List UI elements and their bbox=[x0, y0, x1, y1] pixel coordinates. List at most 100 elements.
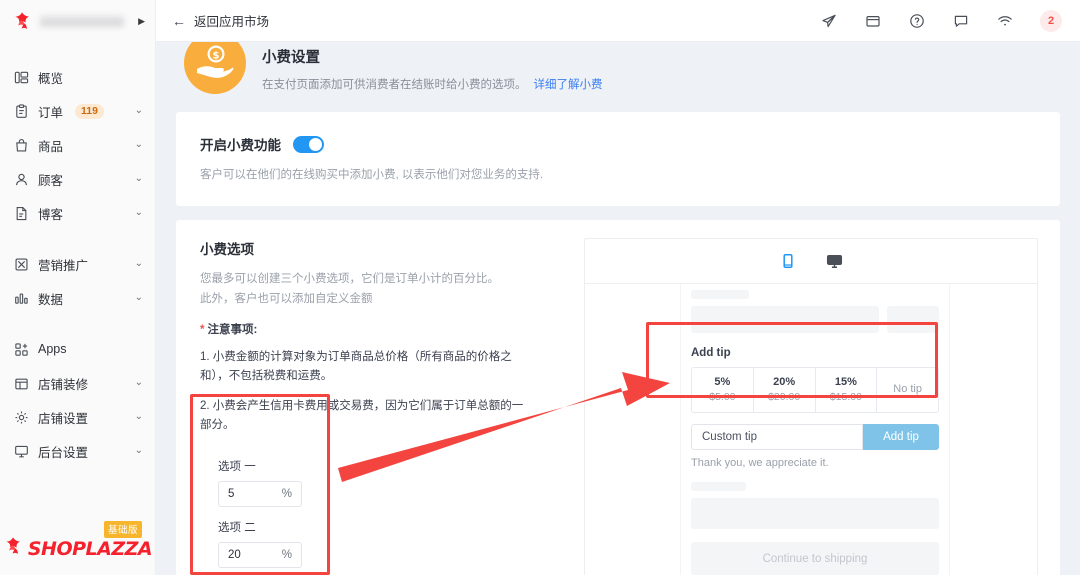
send-icon[interactable] bbox=[820, 12, 838, 30]
sidebar-item-store-settings[interactable]: 店铺设置 ⌄ bbox=[0, 400, 155, 434]
sidebar-item-products[interactable]: 商品 ⌄ bbox=[0, 128, 155, 162]
message-icon[interactable] bbox=[952, 12, 970, 30]
caret-right-icon[interactable]: ▶ bbox=[138, 16, 145, 26]
gear-icon bbox=[13, 409, 29, 425]
chevron-down-icon[interactable]: ⌄ bbox=[135, 259, 143, 269]
marketing-icon bbox=[13, 256, 29, 272]
notification-badge[interactable]: 2 bbox=[1040, 9, 1062, 32]
tip-settings-banner: $ 小费设置 在支付页面添加可供消费者在结账时给小费的选项。 详细了解小费 bbox=[170, 42, 1066, 112]
sidebar-item-admin-settings[interactable]: 后台设置 ⌄ bbox=[0, 434, 155, 468]
chevron-down-icon[interactable]: ⌄ bbox=[135, 446, 143, 456]
chevron-down-icon[interactable]: ⌄ bbox=[135, 174, 143, 184]
analytics-icon bbox=[13, 290, 29, 306]
store-name-redacted bbox=[40, 15, 125, 27]
continue-to-shipping-button[interactable]: Continue to shipping bbox=[691, 542, 939, 575]
notice-title: * 注意事项: bbox=[200, 321, 560, 337]
chevron-down-icon[interactable]: ⌄ bbox=[135, 106, 143, 116]
tip-field-group-1: 选项 一 5 % bbox=[218, 458, 560, 508]
nav-divider-gap bbox=[0, 230, 155, 247]
help-circle-icon[interactable] bbox=[908, 12, 926, 30]
orders-icon bbox=[13, 103, 29, 119]
sidebar-item-orders[interactable]: 订单 119 ⌄ bbox=[0, 94, 155, 128]
add-tip-button[interactable]: Add tip bbox=[863, 424, 939, 450]
sidebar-item-label: 数据 bbox=[38, 292, 64, 307]
tip-option-button-3[interactable]: 15% $15.00 bbox=[816, 368, 878, 412]
sidebar-item-analytics[interactable]: 数据 ⌄ bbox=[0, 281, 155, 315]
tip-option-amount: $5.00 bbox=[709, 391, 736, 403]
topbar: ← 返回应用市场 2 bbox=[156, 0, 1080, 42]
tip-option-amount: $20.00 bbox=[768, 391, 801, 403]
tip-options-card: 小费选项 您最多可以创建三个小费选项，它们是订单小计的百分比。 此外，客户也可以… bbox=[176, 220, 1060, 575]
chevron-down-icon[interactable]: ⌄ bbox=[135, 378, 143, 388]
chevron-down-icon[interactable]: ⌄ bbox=[135, 412, 143, 422]
placeholder-block-narrow bbox=[887, 306, 939, 333]
placeholder-bar-small-2 bbox=[691, 482, 746, 491]
tip-options-desc-line2: 此外，客户也可以添加自定义金额 bbox=[200, 293, 373, 306]
storefront-icon bbox=[13, 375, 29, 391]
app-root: ▶ 概览 订单 119 ⌄ 商品 ⌄ 顾客 ⌄ 博客 ⌄ 营销推广 ⌄ 数据 ⌄… bbox=[0, 0, 1080, 575]
tip-option-button-2[interactable]: 20% $20.00 bbox=[754, 368, 816, 412]
custom-tip-input[interactable]: Custom tip bbox=[691, 424, 863, 450]
chevron-down-icon[interactable]: ⌄ bbox=[135, 140, 143, 150]
preview-custom-tip-row: Custom tip Add tip bbox=[691, 424, 939, 450]
tip-option-percent: 20% bbox=[773, 376, 796, 388]
sidebar-nav: 概览 订单 119 ⌄ 商品 ⌄ 顾客 ⌄ 博客 ⌄ 营销推广 ⌄ 数据 ⌄ A… bbox=[0, 42, 155, 507]
banner-subtitle-text: 在支付页面添加可供消费者在结账时给小费的选项。 bbox=[262, 79, 527, 91]
placeholder-bar-small bbox=[691, 290, 749, 299]
chevron-down-icon[interactable]: ⌄ bbox=[135, 208, 143, 218]
tip-option-percent: 5% bbox=[714, 376, 731, 388]
preview-add-tip-label: Add tip bbox=[691, 347, 731, 359]
notice-title-text: 注意事项: bbox=[207, 324, 258, 337]
sidebar-item-label: 后台设置 bbox=[38, 445, 89, 460]
brand-logo: SHOPLAZZA bbox=[3, 536, 153, 561]
back-label: 返回应用市场 bbox=[194, 15, 270, 29]
tip-field-label: 选项 一 bbox=[218, 461, 256, 474]
store-switcher[interactable]: ▶ bbox=[0, 0, 155, 42]
desktop-icon[interactable] bbox=[826, 253, 843, 270]
sidebar-item-apps[interactable]: Apps bbox=[0, 332, 155, 366]
enable-tip-toggle[interactable] bbox=[293, 135, 324, 153]
tip-option-button-no-tip[interactable]: No tip bbox=[877, 368, 938, 412]
sidebar-item-label: 概览 bbox=[38, 71, 64, 86]
notice-item: 1. 小费金额的计算对象为订单商品总价格（所有商品的价格之和），不包括税费和运费… bbox=[200, 351, 512, 383]
tip-option-amount: $15.00 bbox=[829, 391, 862, 403]
sidebar-footer: 基础版 SHOPLAZZA bbox=[0, 507, 155, 575]
placeholder-row bbox=[691, 306, 939, 333]
sidebar-item-blog[interactable]: 博客 ⌄ bbox=[0, 196, 155, 230]
sidebar-item-overview[interactable]: 概览 bbox=[0, 60, 155, 94]
content-scroll-area: $ 小费设置 在支付页面添加可供消费者在结账时给小费的选项。 详细了解小费 开启小… bbox=[156, 42, 1080, 575]
chevron-down-icon[interactable]: ⌄ bbox=[135, 293, 143, 303]
tip-percent-input-1[interactable]: 5 % bbox=[218, 481, 302, 508]
back-to-app-market-link[interactable]: ← 返回应用市场 bbox=[172, 11, 269, 30]
preview-device-toggle bbox=[585, 239, 1037, 284]
sidebar-item-label: 订单 bbox=[38, 105, 64, 120]
overview-icon bbox=[13, 69, 29, 85]
learn-more-link[interactable]: 详细了解小费 bbox=[534, 79, 603, 91]
orders-count-badge: 119 bbox=[75, 103, 104, 119]
tip-field-group-2: 选项 二 20 % bbox=[218, 519, 560, 569]
tip-percent-value: 5 bbox=[228, 488, 235, 501]
tip-option-percent: 15% bbox=[834, 376, 857, 388]
sidebar-item-label: 商品 bbox=[38, 139, 64, 154]
mobile-icon[interactable] bbox=[780, 253, 796, 269]
wifi-icon[interactable] bbox=[996, 12, 1014, 30]
products-icon bbox=[13, 137, 29, 153]
store-icon[interactable] bbox=[864, 12, 882, 30]
tip-percent-input-2[interactable]: 20 % bbox=[218, 542, 302, 569]
tip-options-desc-line1: 您最多可以创建三个小费选项，它们是订单小计的百分比。 bbox=[200, 273, 499, 285]
enable-tip-label: 开启小费功能 bbox=[200, 138, 281, 153]
shoplazza-mark-icon bbox=[12, 11, 32, 31]
thank-you-text: Thank you, we appreciate it. bbox=[691, 457, 829, 469]
placeholder-block-tall bbox=[691, 498, 939, 529]
sidebar-item-storefront[interactable]: 店铺装修 ⌄ bbox=[0, 366, 155, 400]
sidebar-item-label: 博客 bbox=[38, 207, 64, 222]
sidebar-item-customers[interactable]: 顾客 ⌄ bbox=[0, 162, 155, 196]
no-tip-label: No tip bbox=[893, 383, 922, 395]
placeholder-block-wide bbox=[691, 306, 879, 333]
tip-option-button-1[interactable]: 5% $5.00 bbox=[692, 368, 754, 412]
enable-tip-row: 开启小费功能 bbox=[200, 134, 1036, 154]
tip-field-label: 选项 二 bbox=[218, 522, 256, 535]
sidebar-item-label: 店铺装修 bbox=[38, 377, 89, 392]
sidebar-item-marketing[interactable]: 营销推广 ⌄ bbox=[0, 247, 155, 281]
notice-item: 2. 小费会产生信用卡费用或交易费，因为它们属于订单总额的一部分。 bbox=[200, 400, 524, 432]
